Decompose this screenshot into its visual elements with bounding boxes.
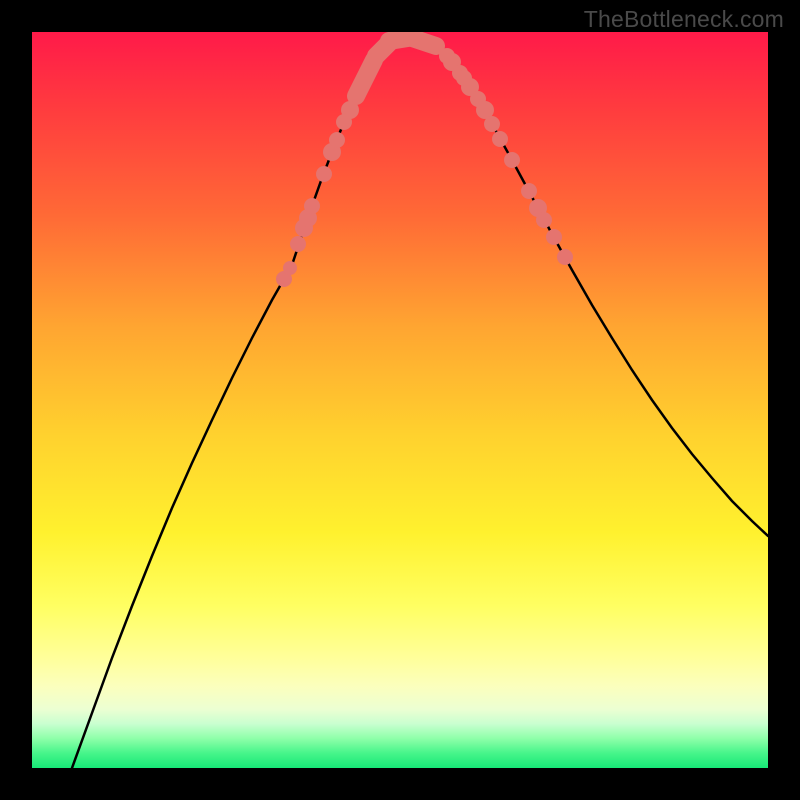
valley-capsule bbox=[412, 38, 436, 46]
valley-capsules bbox=[356, 37, 436, 96]
plot-area bbox=[32, 32, 768, 768]
marker-dot bbox=[504, 152, 520, 168]
marker-dot bbox=[283, 261, 297, 275]
valley-capsule bbox=[356, 60, 374, 96]
marker-dot bbox=[341, 101, 359, 119]
bottleneck-curve bbox=[72, 35, 768, 768]
marker-dot bbox=[304, 198, 320, 214]
marker-dot bbox=[316, 166, 332, 182]
marker-dot bbox=[557, 249, 573, 265]
markers-right bbox=[439, 48, 573, 265]
watermark: TheBottleneck.com bbox=[584, 6, 784, 33]
marker-dot bbox=[521, 183, 537, 199]
marker-dot bbox=[536, 212, 552, 228]
marker-dot bbox=[329, 132, 345, 148]
marker-dot bbox=[290, 236, 306, 252]
curve-svg bbox=[32, 32, 768, 768]
chart-frame: TheBottleneck.com bbox=[0, 0, 800, 800]
marker-dot bbox=[484, 116, 500, 132]
marker-dot bbox=[546, 229, 562, 245]
marker-dot bbox=[492, 131, 508, 147]
